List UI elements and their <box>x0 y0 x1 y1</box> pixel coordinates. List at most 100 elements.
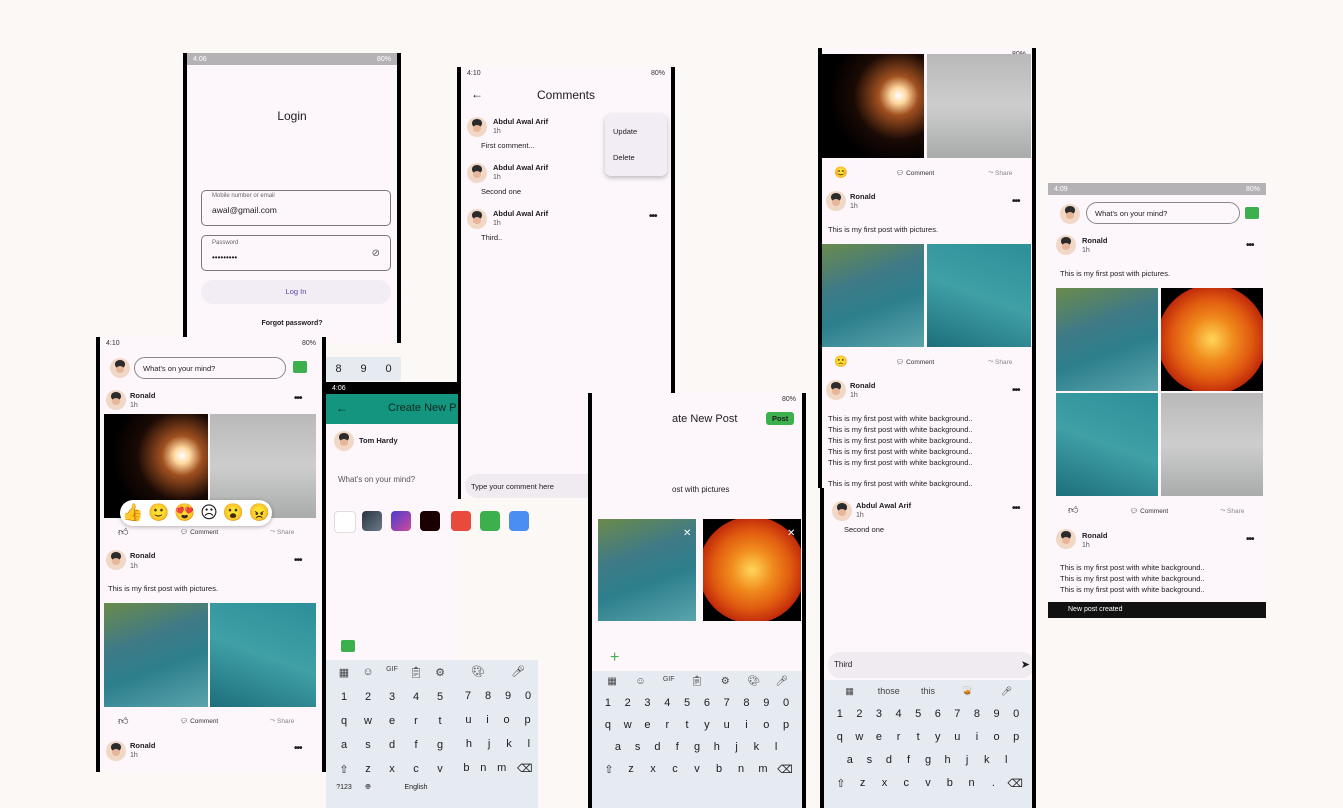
key[interactable]: l <box>997 754 1017 766</box>
more-options-icon[interactable]: ••• <box>649 211 657 222</box>
gear-icon[interactable]: ⚙ <box>711 676 739 687</box>
key[interactable]: 4 <box>889 708 909 720</box>
key[interactable]: c <box>664 763 686 776</box>
post-image[interactable] <box>822 244 924 347</box>
comment-input[interactable]: Third ➤ <box>828 652 1032 678</box>
password-field[interactable]: Password ••••••••• ⊘ <box>201 235 391 271</box>
send-icon[interactable]: ➤ <box>1021 658 1030 671</box>
share-button[interactable]: ⤳ Share <box>270 717 294 725</box>
key[interactable]: q <box>332 715 356 727</box>
mic-icon[interactable]: 🎤︎ <box>987 686 1026 697</box>
more-options-icon[interactable]: ••• <box>1012 385 1020 396</box>
key[interactable]: t <box>908 731 928 743</box>
gif-button[interactable]: GIF <box>380 666 404 679</box>
key[interactable]: 3 <box>869 708 889 720</box>
swatch-space[interactable] <box>362 511 382 531</box>
key[interactable]: j <box>727 741 747 753</box>
key[interactable]: v <box>428 763 452 776</box>
mic-icon[interactable]: 🎤︎ <box>511 665 525 678</box>
smile-reaction-icon[interactable]: 🙁 <box>834 355 848 368</box>
key[interactable]: 2 <box>618 697 638 709</box>
like-icon[interactable]: 👍︎ <box>118 526 128 538</box>
key[interactable]: 0 <box>1006 708 1026 720</box>
key[interactable]: j <box>957 754 977 766</box>
key[interactable]: w <box>356 715 380 727</box>
swatch-blue[interactable] <box>509 511 529 531</box>
key[interactable]: o <box>504 714 510 726</box>
key[interactable]: u <box>465 714 471 726</box>
key[interactable]: r <box>404 715 428 727</box>
key[interactable]: 3 <box>638 697 658 709</box>
post-button[interactable]: Post <box>766 412 795 425</box>
shift-icon[interactable]: ⇧ <box>830 777 852 790</box>
image-icon[interactable] <box>1245 207 1259 219</box>
key[interactable]: s <box>356 739 380 751</box>
key[interactable]: x <box>874 777 896 790</box>
key[interactable]: m <box>497 762 506 775</box>
share-button[interactable]: ⤳ Share <box>270 528 294 536</box>
post-placeholder[interactable]: What's on your mind? <box>338 475 415 484</box>
key[interactable]: i <box>967 731 987 743</box>
key[interactable]: f <box>899 754 919 766</box>
key[interactable]: e <box>638 719 658 731</box>
menu-delete[interactable]: Delete <box>613 153 635 162</box>
key[interactable]: 6 <box>697 697 717 709</box>
key[interactable]: t <box>677 719 697 731</box>
sticker-icon[interactable]: ☺ <box>626 676 654 687</box>
more-options-icon[interactable]: ••• <box>294 743 302 754</box>
key[interactable]: v <box>686 763 708 776</box>
key[interactable]: x <box>380 763 404 776</box>
suggestion[interactable]: this <box>908 686 947 697</box>
like-icon[interactable]: 👍︎ <box>1068 504 1078 516</box>
image-icon[interactable] <box>293 361 307 373</box>
key[interactable]: 1 <box>598 697 618 709</box>
key[interactable]: x <box>642 763 664 776</box>
mic-icon[interactable]: 🎤︎ <box>768 676 796 687</box>
globe-icon[interactable]: 🌐︎ <box>356 784 380 792</box>
more-options-icon[interactable]: ••• <box>1012 503 1020 514</box>
selected-image[interactable] <box>598 519 696 621</box>
key[interactable]: p <box>1006 731 1026 743</box>
key[interactable]: 7 <box>465 690 471 702</box>
key[interactable]: s <box>860 754 880 766</box>
like-icon[interactable]: 👍︎ <box>118 715 128 727</box>
key[interactable]: w <box>618 719 638 731</box>
key[interactable]: 4 <box>404 691 428 703</box>
key[interactable]: y <box>928 731 948 743</box>
more-options-icon[interactable]: ••• <box>294 555 302 566</box>
key[interactable]: 3 <box>380 691 404 703</box>
key[interactable]: h <box>466 738 472 750</box>
key[interactable]: 8 <box>485 690 491 702</box>
post-text-input[interactable]: ost with pictures <box>672 485 729 494</box>
clipboard-icon[interactable]: 📋︎ <box>404 666 428 679</box>
angry-reaction-icon[interactable]: 😠 <box>248 503 269 523</box>
key[interactable]: 2 <box>356 691 380 703</box>
key[interactable]: z <box>852 777 874 790</box>
key[interactable]: f <box>404 739 428 751</box>
gif-button[interactable]: GIF <box>655 676 683 687</box>
smile-reaction-icon[interactable]: 😊 <box>834 166 848 179</box>
sticker-icon[interactable]: ☺ <box>356 666 380 679</box>
comment-button[interactable]: 💬︎ Comment <box>896 358 934 367</box>
post-image[interactable] <box>822 54 924 158</box>
key[interactable]: v <box>917 777 939 790</box>
key[interactable]: j <box>488 738 490 750</box>
key[interactable]: n <box>480 762 486 775</box>
shift-icon[interactable]: ⇧ <box>332 763 356 776</box>
key[interactable]: 2 <box>850 708 870 720</box>
like-reaction-icon[interactable]: 👍 <box>122 503 143 523</box>
grid-icon[interactable]: ▦ <box>598 676 626 687</box>
swatch-dark[interactable] <box>420 511 440 531</box>
key[interactable]: q <box>830 731 850 743</box>
key[interactable]: 9 <box>505 690 511 702</box>
more-options-icon[interactable]: ••• <box>1246 534 1254 545</box>
key[interactable]: 8 <box>737 697 757 709</box>
key[interactable]: w <box>850 731 870 743</box>
key[interactable]: 0 <box>525 690 531 702</box>
key[interactable]: m <box>752 763 774 776</box>
key[interactable]: i <box>737 719 757 731</box>
key[interactable]: 8 <box>967 708 987 720</box>
key[interactable]: p <box>776 719 796 731</box>
key[interactable]: c <box>404 763 428 776</box>
backspace-icon[interactable]: ⌫ <box>517 762 533 775</box>
